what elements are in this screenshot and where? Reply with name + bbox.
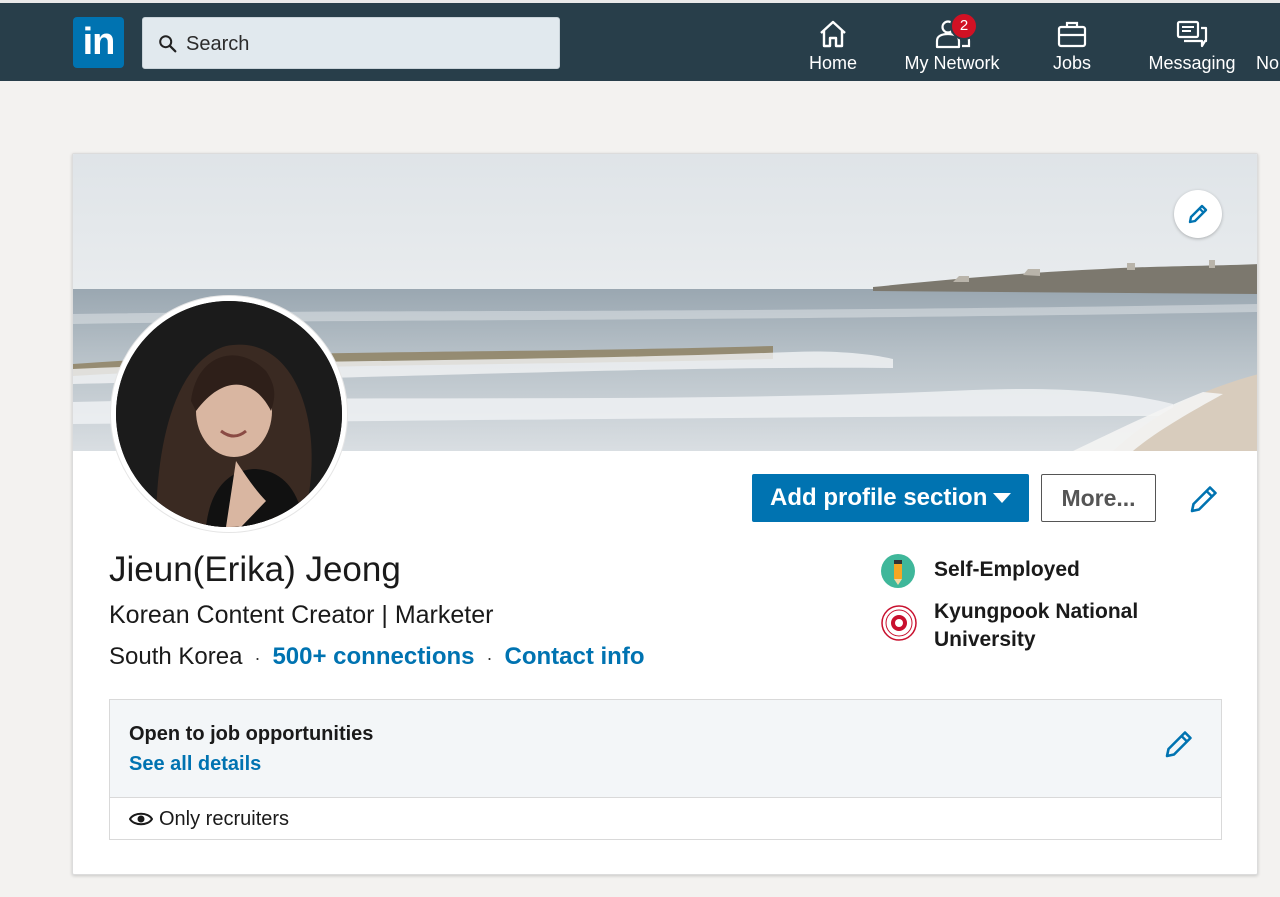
separator-dot: ·	[254, 648, 261, 668]
briefcase-icon	[1057, 21, 1087, 48]
pencil-icon	[1188, 204, 1208, 224]
profile-headline: Korean Content Creator | Marketer	[109, 601, 494, 629]
network-notification-badge: 2	[950, 12, 978, 40]
nav-my-network[interactable]: 2 My Network	[894, 12, 1010, 79]
nav-messaging[interactable]: Messaging	[1142, 17, 1242, 79]
affiliation-label: Self-Employed	[934, 558, 1080, 581]
top-navigation: in Home 2 My Network Jobs	[0, 0, 1280, 81]
nav-jobs-label: Jobs	[1052, 53, 1092, 73]
caret-down-icon	[993, 493, 1011, 503]
profile-meta-row: South Korea · 500+ connections · Contact inf…	[109, 643, 645, 671]
more-button[interactable]: More...	[1041, 474, 1156, 522]
separator-dot: ·	[486, 648, 493, 668]
pencil-icon	[1165, 731, 1192, 758]
nav-notifications-label: No	[1256, 53, 1280, 73]
open-to-work-header: Open to job opportunities See all detail…	[110, 700, 1221, 798]
visibility-row: Only recruiters	[128, 808, 290, 831]
pencil-icon	[1190, 486, 1217, 513]
see-all-details-link[interactable]: See all details	[129, 753, 261, 776]
avatar-image	[116, 301, 342, 527]
add-profile-section-button[interactable]: Add profile section	[752, 474, 1029, 522]
eye-icon	[128, 812, 154, 826]
nav-home-label: Home	[808, 53, 857, 73]
contact-info-link[interactable]: Contact info	[505, 643, 645, 670]
connections-link[interactable]: 500+ connections	[272, 643, 474, 670]
edit-intro-button[interactable]	[1187, 482, 1221, 521]
nav-my-network-label: My Network	[904, 53, 1000, 73]
profile-location: South Korea	[109, 643, 243, 670]
messaging-icon	[1176, 20, 1208, 48]
open-to-work-title: Open to job opportunities	[129, 723, 374, 745]
profile-name: Jieun(Erika) Jeong	[109, 550, 401, 589]
notifications-icon	[1266, 19, 1276, 49]
nav-notifications[interactable]: No	[1256, 17, 1280, 79]
profile-photo[interactable]	[111, 296, 347, 532]
search-icon	[159, 35, 177, 53]
edit-cover-button[interactable]	[1174, 190, 1222, 238]
nav-messaging-label: Messaging	[1148, 53, 1236, 73]
add-profile-section-label: Add profile section	[770, 484, 988, 511]
home-icon	[820, 20, 846, 48]
search-input[interactable]	[184, 26, 548, 62]
university-seal-icon	[881, 605, 917, 641]
edit-open-to-work-button[interactable]	[1162, 727, 1196, 766]
linkedin-logo[interactable]: in	[73, 17, 124, 68]
profile-card: Add profile section More... Jieun(Erika)…	[72, 153, 1258, 875]
nav-home[interactable]: Home	[800, 17, 866, 79]
open-to-work-card: Open to job opportunities See all detail…	[109, 699, 1222, 840]
search-bar[interactable]	[142, 17, 560, 69]
nav-jobs[interactable]: Jobs	[1044, 17, 1100, 79]
affiliation-label: Kyungpook National University	[934, 600, 1139, 651]
pencil-logo-icon	[881, 554, 915, 588]
visibility-label: Only recruiters	[159, 808, 290, 830]
